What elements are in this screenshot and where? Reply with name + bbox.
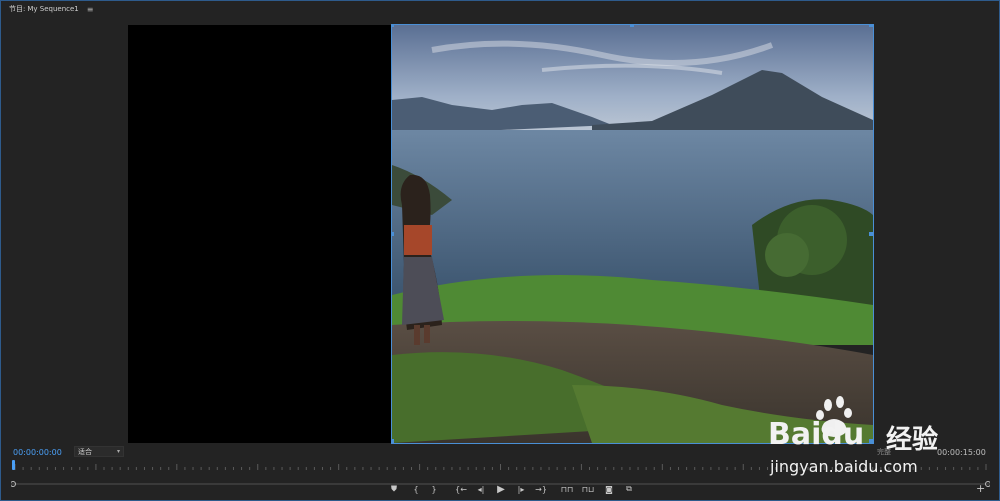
fit-select-value: 适合 <box>78 447 92 456</box>
transform-handle-left[interactable] <box>392 232 394 236</box>
program-monitor-panel: 节目: My Sequence1 ≡ 00:00:00:00 适合 ▾ 完整 0… <box>0 0 1000 501</box>
marker-icon[interactable]: ⛊ <box>389 483 399 495</box>
mark-in-icon[interactable]: { <box>411 483 421 495</box>
step-forward-icon[interactable]: |▸ <box>516 483 526 495</box>
monitor-info-row: 00:00:00:00 适合 ▾ 完整 00:00:15:00 <box>1 444 999 460</box>
program-viewport <box>1 17 999 444</box>
lake-scene-image <box>392 25 873 443</box>
step-back-icon[interactable]: ◂| <box>476 483 486 495</box>
empty-video-area <box>128 25 393 443</box>
playhead <box>12 460 15 470</box>
hamburger-icon[interactable]: ≡ <box>87 5 94 14</box>
transform-handle-bottom-right[interactable] <box>869 439 873 443</box>
panel-header[interactable]: 节目: My Sequence1 ≡ <box>1 1 999 17</box>
video-frame[interactable] <box>391 24 874 444</box>
mark-out-icon[interactable]: } <box>429 483 439 495</box>
extract-icon[interactable]: ⊓⊔ <box>582 483 594 495</box>
play-icon[interactable]: ▶ <box>495 483 507 495</box>
time-ruler[interactable] <box>11 460 990 470</box>
sequence-name: My Sequence1 <box>27 5 79 13</box>
go-to-in-icon[interactable]: {← <box>455 483 467 495</box>
panel-title-prefix: 节目: <box>9 5 26 13</box>
transform-handle-bottom-left[interactable] <box>392 439 394 443</box>
resolution-select[interactable]: 完整 <box>877 447 891 457</box>
duration-timecode: 00:00:15:00 <box>937 447 986 457</box>
plus-icon[interactable]: + <box>976 482 985 495</box>
go-to-out-icon[interactable]: →} <box>535 483 547 495</box>
transform-handle-top[interactable] <box>630 25 634 27</box>
transform-handle-top-left[interactable] <box>392 25 394 27</box>
transform-handle-top-right[interactable] <box>869 25 873 27</box>
lift-icon[interactable]: ⊓⊓ <box>561 483 573 495</box>
current-timecode[interactable]: 00:00:00:00 <box>13 448 62 457</box>
transport-controls: ⛊ { } {← ◂| ▶ |▸ →} ⊓⊓ ⊓⊔ ◙ ⧉ <box>1 483 999 497</box>
comparison-icon[interactable]: ⧉ <box>623 483 635 495</box>
chevron-down-icon: ▾ <box>116 448 120 455</box>
camera-icon[interactable]: ◙ <box>603 483 615 495</box>
fit-select[interactable]: 适合 ▾ <box>74 446 124 457</box>
transform-handle-right[interactable] <box>869 232 873 236</box>
zoom-scrollbar[interactable] <box>10 472 991 487</box>
